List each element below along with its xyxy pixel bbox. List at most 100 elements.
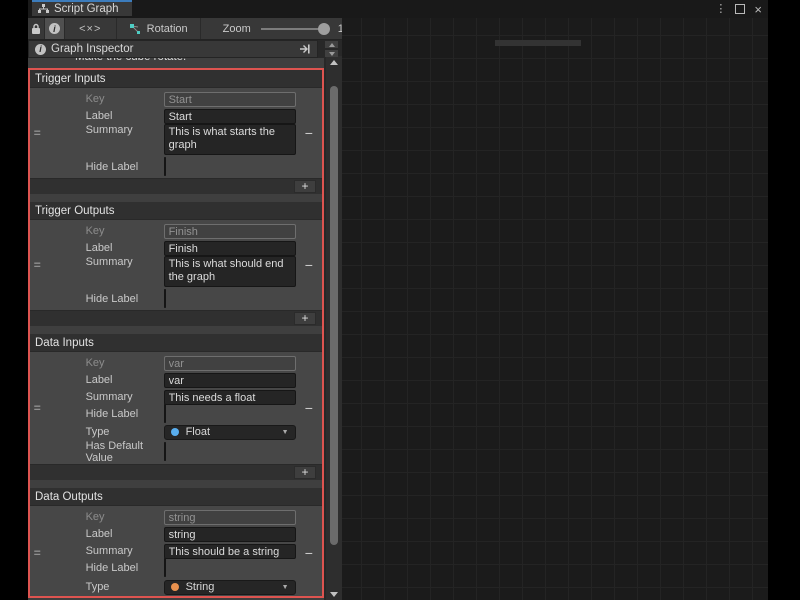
hide-label-row: Hide Label: [45, 405, 296, 422]
scroll-up-mini-button[interactable]: [325, 41, 338, 48]
drag-handle-icon[interactable]: =: [30, 90, 45, 176]
code-view-button[interactable]: <×>: [65, 18, 117, 39]
label-input[interactable]: [164, 241, 296, 256]
remove-port-button[interactable]: −: [296, 90, 322, 176]
key-row: Key: [45, 508, 296, 525]
unity-graph-window: Script Graph ⋮ × i <×>: [28, 0, 768, 600]
drag-handle-icon[interactable]: =: [30, 508, 45, 597]
type-row: Type String ▼: [45, 577, 296, 597]
add-port-button[interactable]: +: [294, 180, 316, 193]
remove-port-button[interactable]: −: [296, 354, 322, 462]
zoom-label: Zoom: [223, 23, 251, 35]
label-row: Label: [45, 371, 296, 388]
section-data-outputs: Data Outputs = Key Label: [30, 488, 322, 598]
type-value: String: [186, 581, 215, 593]
tab-bar: Script Graph ⋮ ×: [28, 0, 768, 18]
label-input[interactable]: [164, 109, 296, 124]
hide-label-row: Hide Label: [45, 158, 296, 176]
window-menu-icon[interactable]: ⋮: [715, 4, 726, 15]
key-input[interactable]: [164, 224, 296, 239]
hide-label-row: Hide Label: [45, 559, 296, 577]
dock-panel-icon[interactable]: [299, 44, 311, 54]
type-dropdown[interactable]: String ▼: [164, 580, 296, 595]
label-input[interactable]: [164, 527, 296, 542]
summary-input[interactable]: [164, 390, 296, 405]
close-icon[interactable]: ×: [754, 3, 762, 16]
summary-input[interactable]: This is what starts the graph: [164, 124, 296, 155]
summary-row: Summary This is what starts the graph: [45, 124, 296, 158]
label-row: Label: [45, 525, 296, 542]
remove-port-button[interactable]: −: [296, 508, 322, 597]
float-type-dot-icon: [171, 428, 179, 436]
hide-label-checkbox[interactable]: [164, 157, 166, 176]
hide-label-row: Hide Label: [45, 290, 296, 308]
tab-label: Script Graph: [54, 3, 119, 15]
port-item: = Key Label Summary: [30, 220, 322, 310]
toolbar-dropdown-shadow: [495, 40, 581, 46]
rotation-label: Rotation: [147, 23, 188, 35]
add-port-button[interactable]: +: [294, 312, 316, 325]
zoom-slider-thumb[interactable]: [318, 23, 330, 35]
add-port-button[interactable]: +: [294, 466, 316, 479]
screenshot-stage: Script Graph ⋮ × i <×>: [0, 0, 800, 600]
key-input[interactable]: [164, 92, 296, 107]
ports-highlight-region: Trigger Inputs = Key Label: [28, 68, 324, 598]
summary-input[interactable]: This is what should end the graph: [164, 256, 296, 287]
summary-row: Summary: [45, 542, 296, 559]
graph-canvas[interactable]: [342, 18, 768, 600]
summary-row: Summary This is what should end the grap…: [45, 256, 296, 290]
key-input[interactable]: [164, 356, 296, 371]
section-header: Trigger Outputs: [30, 202, 322, 220]
zoom-slider[interactable]: [261, 28, 328, 30]
summary-row: Summary: [45, 388, 296, 405]
drag-handle-icon[interactable]: =: [30, 222, 45, 308]
hide-label-checkbox[interactable]: [164, 404, 166, 423]
code-icon: <×>: [79, 23, 101, 35]
section-header: Data Outputs: [30, 488, 322, 506]
section-header: Trigger Inputs: [30, 70, 322, 88]
graph-inspector-header[interactable]: i Graph Inspector: [28, 40, 318, 58]
maximize-icon[interactable]: [735, 4, 745, 14]
key-input[interactable]: [164, 510, 296, 525]
type-value: Float: [186, 426, 210, 438]
port-item: = Key Label Summary: [30, 506, 322, 598]
lock-button[interactable]: [28, 18, 45, 39]
port-item: = Key Label Summary: [30, 352, 322, 464]
inspector-toggle-button[interactable]: i: [45, 18, 65, 39]
section-trigger-inputs: Trigger Inputs = Key Label: [30, 70, 322, 194]
port-item: = Key Label Summary: [30, 88, 322, 178]
drag-handle-icon[interactable]: =: [30, 354, 45, 462]
section-trigger-outputs: Trigger Outputs = Key Label: [30, 202, 322, 326]
hide-label-checkbox[interactable]: [164, 558, 166, 577]
remove-port-button[interactable]: −: [296, 222, 322, 308]
string-type-dot-icon: [171, 583, 179, 591]
scrollbar-down-arrow[interactable]: [326, 592, 342, 597]
rotation-node-icon: [129, 23, 141, 35]
inspector-scrollbar[interactable]: [326, 56, 342, 600]
tab-script-graph[interactable]: Script Graph: [32, 0, 132, 16]
key-row: Key: [45, 354, 296, 371]
scroll-down-mini-button[interactable]: [325, 50, 338, 57]
window-controls: ⋮ ×: [715, 0, 762, 18]
chevron-down-icon: ▼: [282, 429, 289, 436]
section-footer: +: [30, 464, 322, 480]
type-row: Type Float ▼: [45, 422, 296, 442]
graph-inspector-panel: Make the cube rotate. Trigger Inputs = K…: [28, 58, 324, 600]
lock-icon: [31, 23, 41, 35]
chevron-down-icon: ▼: [282, 584, 289, 591]
scrollbar-thumb[interactable]: [330, 86, 338, 545]
info-icon: i: [49, 23, 60, 34]
key-row: Key: [45, 222, 296, 239]
has-default-checkbox[interactable]: [164, 442, 166, 461]
summary-input[interactable]: [164, 544, 296, 559]
rotation-graph-button[interactable]: Rotation: [117, 18, 201, 39]
section-footer: +: [30, 178, 322, 194]
scrollbar-up-arrow[interactable]: [326, 60, 342, 65]
panel-title: Graph Inspector: [51, 43, 133, 55]
label-row: Label: [45, 239, 296, 256]
key-row: Key: [45, 90, 296, 107]
label-input[interactable]: [164, 373, 296, 388]
type-dropdown[interactable]: Float ▼: [164, 425, 296, 440]
graph-description-text: Make the cube rotate.: [28, 58, 324, 63]
hide-label-checkbox[interactable]: [164, 289, 166, 308]
